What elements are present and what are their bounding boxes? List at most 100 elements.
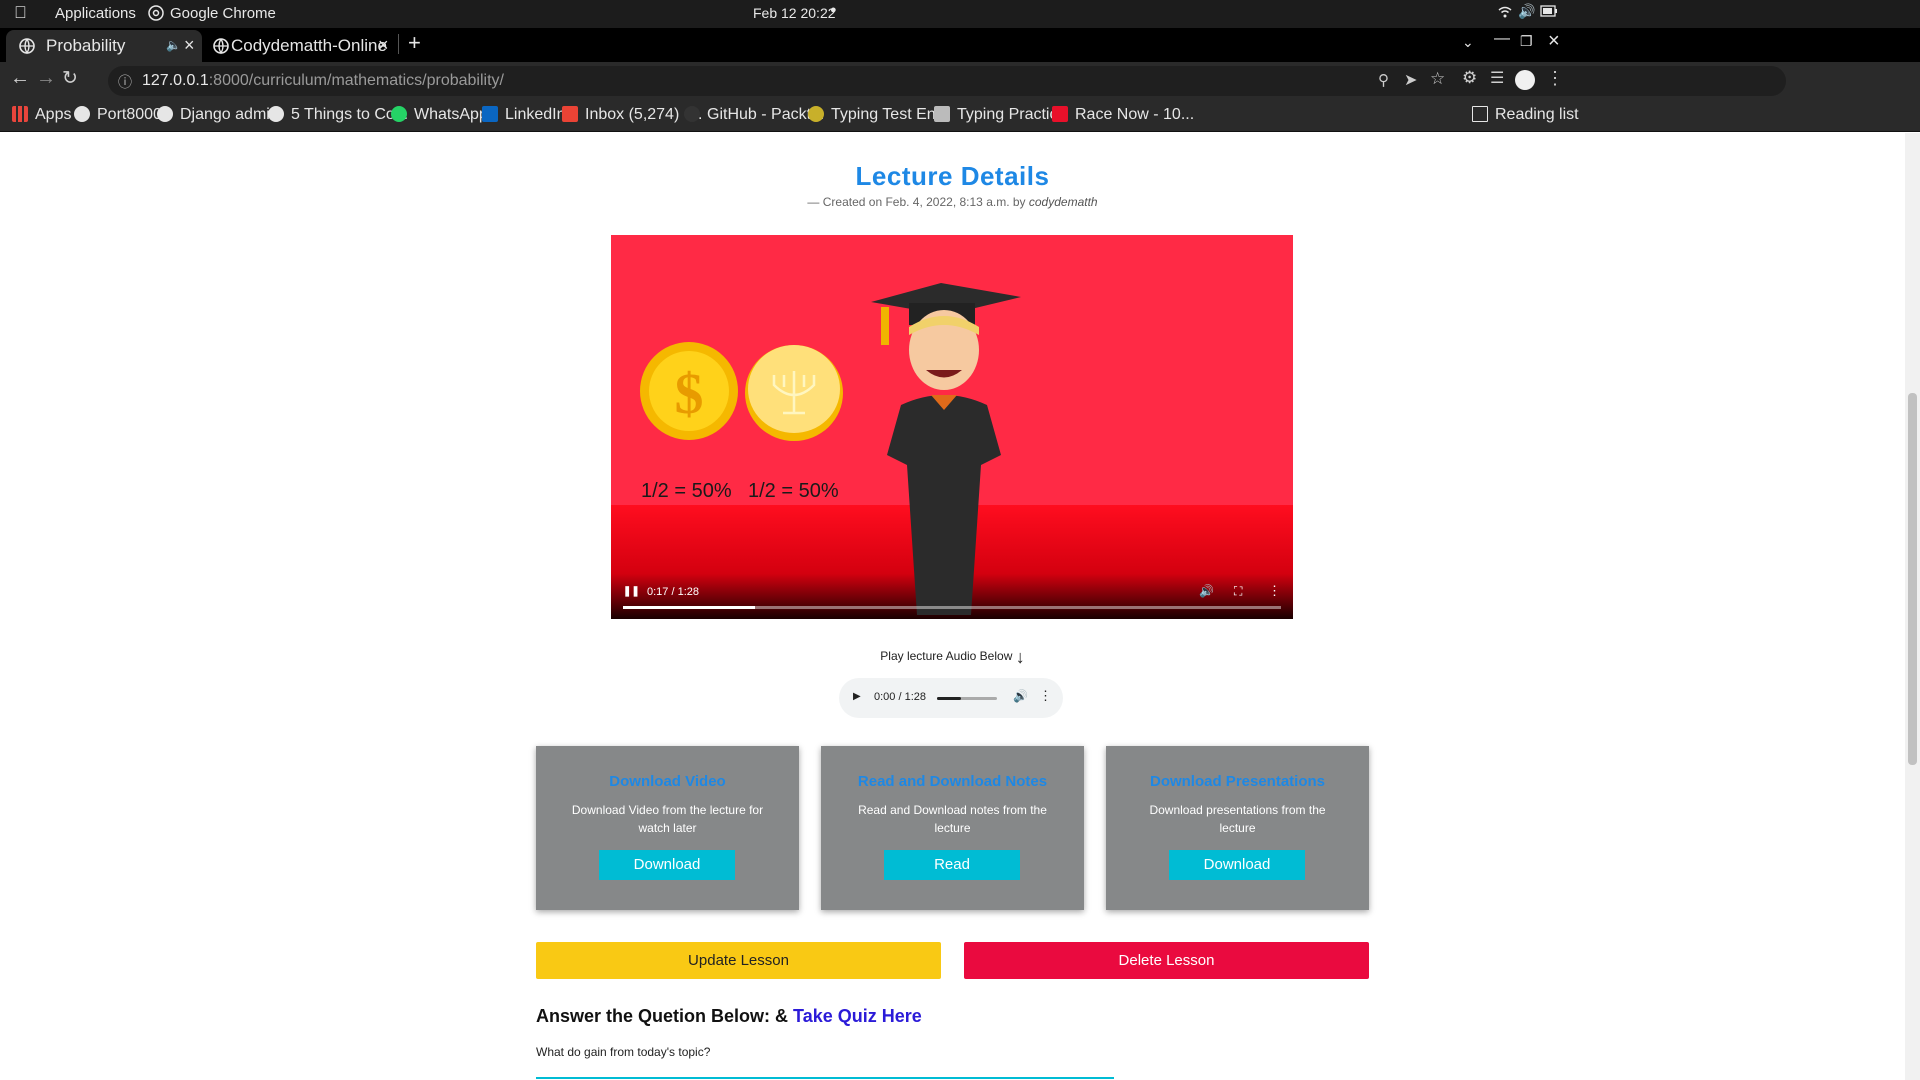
download-presentations-button[interactable]: Download: [1169, 850, 1305, 880]
audio-more-icon[interactable]: ⋮: [1039, 688, 1052, 704]
tab-close-icon[interactable]: ×: [184, 35, 195, 56]
bookmark-race-now[interactable]: Race Now - 10...: [1052, 106, 1194, 124]
clock[interactable]: Feb 12 20:22: [753, 5, 836, 21]
send-icon[interactable]: ➤: [1404, 70, 1417, 90]
bookmark-label: Typing Test En...: [831, 106, 949, 123]
bookmark-5-things[interactable]: 5 Things to Co...: [268, 106, 408, 124]
tab-audio-icon[interactable]: 🔈: [166, 38, 181, 52]
reading-list-button[interactable]: Reading list: [1472, 106, 1579, 124]
github-icon: [684, 106, 700, 122]
reload-icon[interactable]: ↻: [62, 67, 78, 90]
applications-menu[interactable]: Applications: [55, 5, 136, 22]
nitrotype-icon: [1052, 106, 1068, 122]
bookmark-typing-practice[interactable]: Typing Practice: [934, 106, 1066, 124]
card-title: Read and Download Notes: [857, 773, 1048, 790]
lecture-title: Lecture Details: [855, 161, 1050, 191]
lecture-created-text: — Created on Feb. 4, 2022, 8:13 a.m. by: [807, 195, 1029, 209]
url-text[interactable]: 127.0.0.1:8000/curriculum/mathematics/pr…: [142, 72, 504, 90]
typing-test-icon: [808, 106, 824, 122]
minimize-icon[interactable]: —: [1494, 30, 1510, 48]
card-title: Download Video: [609, 773, 726, 790]
reading-list-icon: [1472, 106, 1488, 122]
take-quiz-link[interactable]: Take Quiz Here: [793, 1006, 922, 1026]
site-info-icon[interactable]: ⓘ: [118, 72, 132, 92]
bookmark-label: Typing Practice: [957, 106, 1067, 123]
globe-icon: [74, 106, 90, 122]
restore-icon[interactable]: ❐: [1520, 33, 1533, 50]
bookmark-linkedin[interactable]: LinkedIn: [482, 106, 566, 124]
read-notes-button[interactable]: Read: [884, 850, 1020, 880]
url-host: 127.0.0.1: [142, 72, 209, 89]
arrow-down-icon: ↓: [1015, 647, 1025, 667]
bookmark-inbox[interactable]: Inbox (5,274) -...: [562, 106, 702, 124]
battery-icon[interactable]: [1540, 4, 1558, 21]
browser-toolbar: ← → ↻ ⓘ 127.0.0.1:8000/curriculum/mathem…: [0, 62, 1920, 100]
bookmark-label: Race Now - 10...: [1075, 106, 1195, 123]
url-path: :8000/curriculum/mathematics/probability…: [208, 72, 504, 89]
fullscreen-icon[interactable]: ⛶: [1234, 584, 1242, 599]
tab-probability[interactable]: Probability 🔈 ×: [6, 30, 202, 62]
answer-input[interactable]: [536, 1077, 1114, 1079]
bookmark-django-admin[interactable]: Django admin: [157, 106, 279, 124]
question-heading: Answer the Quetion Below: & Take Quiz He…: [536, 1006, 922, 1027]
download-video-card: Download Video Download Video from the l…: [536, 746, 799, 910]
new-tab-icon[interactable]: +: [408, 30, 421, 56]
video-caption-left: 1/2 = 50%: [641, 480, 732, 502]
chrome-icon: [148, 5, 164, 25]
bookmark-label: Port8000: [97, 106, 162, 123]
forward-icon[interactable]: →: [36, 67, 56, 90]
zoom-icon[interactable]: ⚲: [1378, 71, 1389, 89]
back-icon[interactable]: ←: [10, 67, 30, 90]
question-prompt: What do gain from today's topic?: [536, 1045, 711, 1059]
apple-icon[interactable]: : [14, 3, 27, 23]
tab-title: Probability: [46, 36, 126, 55]
video-time: 0:17 / 1:28: [647, 586, 699, 598]
web-page: Lecture Details — Created on Feb. 4, 202…: [0, 133, 1905, 1080]
os-top-bar:  Applications Google Chrome Feb 12 20:2…: [0, 0, 1920, 28]
download-video-button[interactable]: Download: [599, 850, 735, 880]
bookmark-whatsapp[interactable]: WhatsApp: [391, 106, 488, 124]
linkedin-icon: [482, 106, 498, 122]
update-lesson-button[interactable]: Update Lesson: [536, 942, 941, 979]
lecture-audio-player[interactable]: ▶ 0:00 / 1:28 🔊 ⋮: [839, 678, 1063, 718]
tab-close-icon[interactable]: ×: [378, 35, 389, 56]
active-app-name[interactable]: Google Chrome: [170, 5, 276, 22]
audio-play-icon[interactable]: ▶: [853, 691, 861, 702]
media-control-icon[interactable]: ☰: [1490, 68, 1504, 88]
audio-seek-bar[interactable]: [937, 697, 997, 700]
pause-icon[interactable]: ❚❚: [623, 586, 640, 597]
video-more-icon[interactable]: ⋮: [1268, 583, 1281, 599]
scroll-thumb[interactable]: [1908, 393, 1917, 765]
video-caption-right: 1/2 = 50%: [748, 480, 839, 502]
volume-icon[interactable]: 🔊: [1518, 3, 1535, 20]
globe-icon: [157, 106, 173, 122]
bookmark-label: Django admin: [180, 106, 279, 123]
bookmark-label: GitHub - Packt...: [707, 106, 825, 123]
audio-volume-icon[interactable]: 🔊: [1013, 689, 1028, 703]
card-description: Read and Download notes from the lecture: [858, 803, 1047, 835]
lecture-video-player[interactable]: $ 1/2 = 50% 1/2 = 50% ❚❚ 0:17 / 1:28 🔊 ⛶…: [611, 235, 1293, 619]
bookmark-apps[interactable]: Apps: [12, 106, 71, 124]
video-progress-fill: [623, 606, 755, 609]
graduate-character: [871, 283, 1021, 615]
wifi-icon[interactable]: [1498, 5, 1512, 22]
delete-lesson-button[interactable]: Delete Lesson: [964, 942, 1369, 979]
globe-icon: [268, 106, 284, 122]
video-controls: ❚❚ 0:17 / 1:28 🔊 ⛶ ⋮: [611, 575, 1293, 619]
tab-codydematth-online[interactable]: Codydematth-Online ×: [204, 30, 396, 62]
video-progress-bar[interactable]: [623, 606, 1281, 609]
extensions-icon[interactable]: ⚙: [1462, 68, 1477, 88]
tab-search-chevron-icon[interactable]: ⌄: [1462, 34, 1474, 51]
audio-time: 0:00 / 1:28: [874, 691, 926, 703]
bookmark-port8000[interactable]: Port8000: [74, 106, 162, 124]
apps-grid-icon: [12, 106, 28, 122]
reading-list-label: Reading list: [1495, 106, 1579, 123]
page-scrollbar[interactable]: [1905, 133, 1920, 1080]
bookmark-star-icon[interactable]: ☆: [1430, 69, 1445, 89]
window-close-icon[interactable]: ×: [1548, 30, 1560, 53]
bookmark-github[interactable]: GitHub - Packt...: [684, 106, 824, 124]
profile-avatar[interactable]: [1515, 70, 1535, 90]
bookmark-typing-test[interactable]: Typing Test En...: [808, 106, 949, 124]
chrome-menu-icon[interactable]: ⋮: [1546, 68, 1564, 89]
video-volume-icon[interactable]: 🔊: [1199, 584, 1214, 598]
